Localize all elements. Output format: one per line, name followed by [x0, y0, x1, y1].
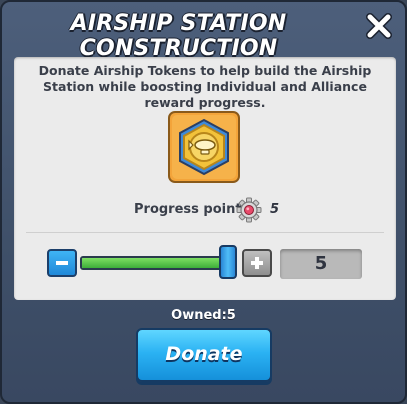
close-icon[interactable] — [365, 12, 393, 40]
progress-row: Progress points: 5 — [14, 197, 396, 223]
owned-value: 5 — [226, 308, 236, 323]
content-panel: Donate Airship Tokens to help build the … — [14, 57, 396, 300]
minus-icon[interactable] — [47, 249, 77, 277]
amount-slider-fill — [82, 258, 226, 268]
amount-input[interactable]: 5 — [280, 249, 362, 279]
owned-count: Owned:5 — [2, 308, 405, 323]
donate-button[interactable]: Donate — [136, 328, 272, 382]
plus-icon[interactable] — [242, 249, 272, 277]
gear-points-icon — [236, 197, 262, 223]
airship-token-icon — [168, 111, 240, 183]
donation-dialog: AIRSHIP STATION CONSTRUCTION Donate Airs… — [0, 0, 407, 404]
owned-label: Owned: — [171, 308, 227, 323]
amount-slider-track[interactable] — [80, 256, 228, 270]
dialog-title: AIRSHIP STATION CONSTRUCTION — [70, 11, 287, 61]
progress-value: 5 — [270, 202, 280, 217]
description-text: Donate Airship Tokens to help build the … — [38, 63, 372, 110]
amount-slider-handle[interactable] — [219, 245, 237, 279]
divider — [26, 232, 384, 233]
